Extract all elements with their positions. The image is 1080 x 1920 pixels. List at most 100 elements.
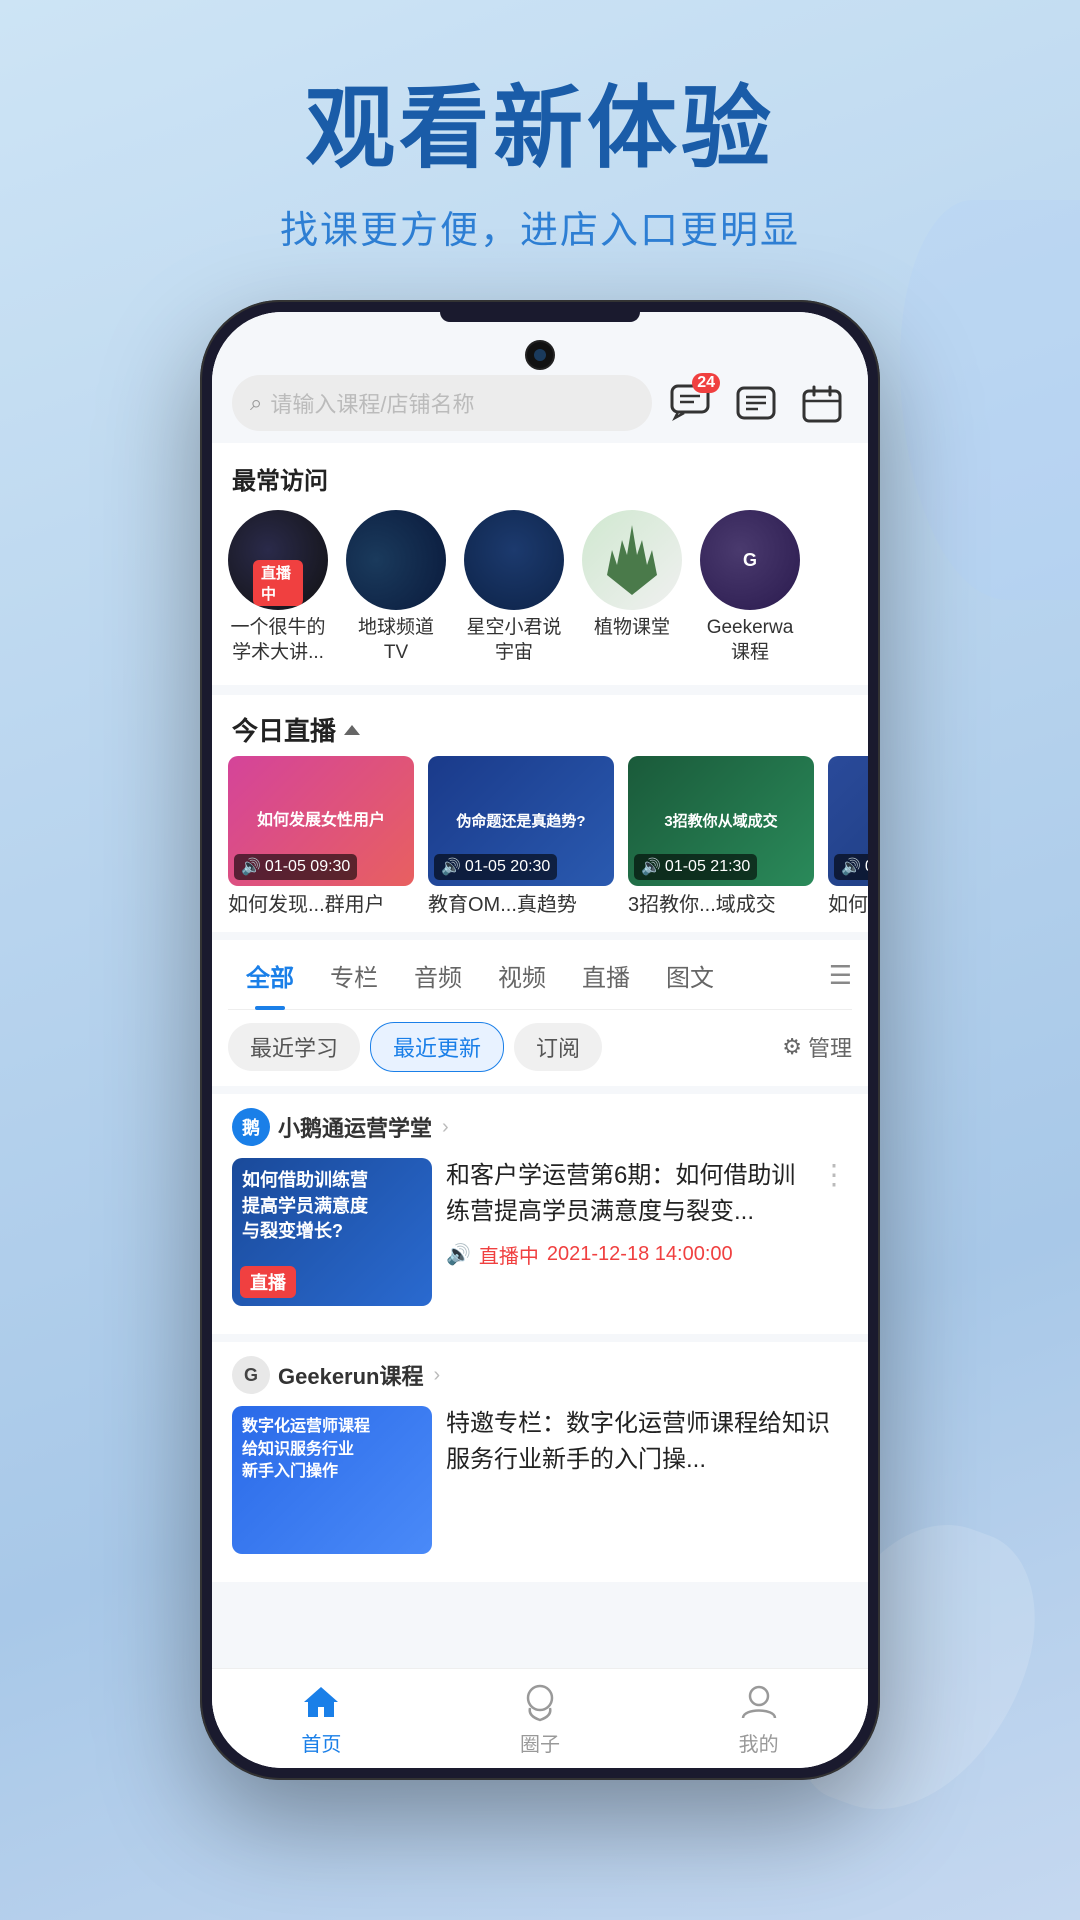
live-thumbnail: 如何发展女性用户 🔊 01-05 09:30 bbox=[228, 756, 414, 886]
chat-badge: 24 bbox=[692, 373, 720, 393]
tab-all[interactable]: 全部 bbox=[228, 950, 312, 1001]
channel-arrow-icon: › bbox=[442, 1116, 449, 1139]
dot-indicator bbox=[668, 512, 680, 524]
live-wave-icon: 🔊 bbox=[446, 1242, 471, 1267]
live-status-text: 直播中 bbox=[479, 1240, 539, 1269]
live-thumbnail: 伪命题还是真趋势? 🔊 01-05 20:30 bbox=[428, 756, 614, 886]
live-thumbnail: 3招教你从域成交 🔊 01-05 21:30 bbox=[628, 756, 814, 886]
tab-more-icon[interactable]: ☰ bbox=[829, 960, 852, 991]
visited-name: 一个很牛的学术大讲... bbox=[230, 616, 325, 665]
content-meta: 🔊 直播中 2021-12-18 14:00:00 bbox=[446, 1240, 806, 1269]
avatar bbox=[464, 510, 564, 610]
live-badge: 直播中 bbox=[253, 560, 303, 606]
live-card[interactable]: 如何发展女性用户 🔊 01-05 09:30 如何发现...群用户 bbox=[228, 756, 414, 918]
channel-arrow-icon-2: › bbox=[434, 1364, 441, 1387]
most-visited-title: 最常访问 bbox=[212, 451, 868, 504]
app-content: ⌕ 请输入课程/店铺名称 24 bbox=[212, 312, 868, 1768]
content-info-2: 特邀专栏：数字化运营师课程给知识服务行业新手的入门操... bbox=[446, 1406, 848, 1554]
home-icon bbox=[297, 1680, 345, 1724]
circle-icon bbox=[516, 1680, 564, 1724]
tabs-row: 全部 专栏 音频 视频 直播 图文 ☰ bbox=[228, 950, 852, 1010]
page-subtitle: 找课更方便，进店入口更明显 bbox=[0, 199, 1080, 254]
calendar-button[interactable] bbox=[796, 377, 848, 429]
live-card-title: 3招教你...域成交 bbox=[628, 892, 814, 918]
visited-item[interactable]: 地球频道TV bbox=[346, 510, 446, 665]
live-card-title: 教育OM...真趋势 bbox=[428, 892, 614, 918]
tab-article[interactable]: 图文 bbox=[648, 950, 732, 1001]
channel-header[interactable]: 鹅 小鹅通运营学堂 › bbox=[232, 1108, 848, 1146]
content-card-2[interactable]: 数字化运营师课程给知识服务行业新手入门操作 特邀专栏：数字化运营师课程给知识服务… bbox=[232, 1406, 848, 1554]
chevron-up-icon[interactable] bbox=[344, 725, 360, 735]
nav-circle[interactable]: 圈子 bbox=[431, 1680, 650, 1757]
live-time: 🔊 01-05... bbox=[834, 854, 868, 880]
live-section-header: 今日直播 bbox=[212, 703, 868, 756]
content-info: 和客户学运营第6期：如何借助训练营提高学员满意度与裂变... 🔊 直播中 202… bbox=[446, 1158, 806, 1306]
live-card-title: 如何发现...群用户 bbox=[228, 892, 414, 918]
live-card[interactable]: 伪命题还是真趋势? 🔊 01-05 20:30 教育OM...真趋势 bbox=[428, 756, 614, 918]
tab-live[interactable]: 直播 bbox=[564, 950, 648, 1001]
live-section-title: 今日直播 bbox=[232, 711, 336, 748]
visited-name: Geekerwa课程 bbox=[707, 616, 794, 665]
search-input[interactable]: ⌕ 请输入课程/店铺名称 bbox=[232, 375, 652, 431]
channel-header-2[interactable]: G Geekerun课程 › bbox=[232, 1356, 848, 1394]
nav-home-label: 首页 bbox=[301, 1728, 341, 1757]
live-time: 2021-12-18 14:00:00 bbox=[547, 1243, 733, 1266]
live-card[interactable]: 3招教你从域成交 🔊 01-05 21:30 3招教你...域成交 bbox=[628, 756, 814, 918]
phone-notch bbox=[440, 312, 640, 322]
content-thumbnail: 如何借助训练营提高学员满意度与裂变增长? 直播 bbox=[232, 1158, 432, 1306]
me-icon bbox=[735, 1680, 783, 1724]
channel-name-2: Geekerun课程 bbox=[278, 1359, 424, 1391]
tab-audio[interactable]: 音频 bbox=[396, 950, 480, 1001]
nav-me[interactable]: 我的 bbox=[649, 1680, 868, 1757]
phone-camera bbox=[525, 340, 555, 370]
manage-button[interactable]: ⚙ 管理 bbox=[782, 1031, 852, 1063]
visited-item[interactable]: 星空小君说宇宙 bbox=[464, 510, 564, 665]
live-status-badge: 直播 bbox=[240, 1266, 296, 1298]
content-title: 和客户学运营第6期：如何借助训练营提高学员满意度与裂变... bbox=[446, 1158, 806, 1230]
visited-name: 地球频道TV bbox=[346, 616, 446, 665]
channel-avatar: 鹅 bbox=[232, 1108, 270, 1146]
tab-column[interactable]: 专栏 bbox=[312, 950, 396, 1001]
chip-recent-update[interactable]: 最近更新 bbox=[370, 1022, 504, 1072]
more-options-button[interactable]: ⋮ bbox=[820, 1158, 848, 1191]
page-title: 观看新体验 bbox=[0, 80, 1080, 179]
visited-item[interactable]: 直播中 一个很牛的学术大讲... bbox=[228, 510, 328, 665]
content-title-2: 特邀专栏：数字化运营师课程给知识服务行业新手的入门操... bbox=[446, 1406, 848, 1478]
phone-mockup: ⌕ 请输入课程/店铺名称 24 bbox=[200, 300, 880, 1780]
live-list: 如何发展女性用户 🔊 01-05 09:30 如何发现...群用户 bbox=[212, 756, 868, 918]
channel-name: 小鹅通运营学堂 bbox=[278, 1111, 432, 1143]
chip-recent-learn[interactable]: 最近学习 bbox=[228, 1023, 360, 1071]
search-icon: ⌕ bbox=[250, 390, 262, 416]
list-button[interactable] bbox=[730, 377, 782, 429]
live-time: 🔊 01-05 09:30 bbox=[234, 854, 357, 880]
live-thumbnail: 如何运营 🔊 01-05... bbox=[828, 756, 868, 886]
channel-avatar-2: G bbox=[232, 1356, 270, 1394]
search-icons-group: 24 bbox=[664, 377, 848, 429]
dot-indicator bbox=[432, 512, 444, 524]
nav-me-label: 我的 bbox=[739, 1728, 779, 1757]
avatar: G bbox=[700, 510, 800, 610]
live-time: 🔊 01-05 21:30 bbox=[634, 854, 757, 880]
avatar bbox=[346, 510, 446, 610]
bottom-nav: 首页 圈子 bbox=[212, 1668, 868, 1768]
chip-subscribe[interactable]: 订阅 bbox=[514, 1023, 602, 1071]
nav-home[interactable]: 首页 bbox=[212, 1680, 431, 1757]
visited-name: 星空小君说宇宙 bbox=[466, 616, 561, 665]
visited-item[interactable]: G Geekerwa课程 bbox=[700, 510, 800, 665]
chat-button[interactable]: 24 bbox=[664, 377, 716, 429]
filter-tabs: 全部 专栏 音频 视频 直播 图文 ☰ 最近学习 最近更新 订阅 ⚙ bbox=[212, 940, 868, 1086]
content-section-2: G Geekerun课程 › 数字化运营师课程给知识服务行业新手入门操作 特邀专… bbox=[212, 1342, 868, 1582]
nav-circle-label: 圈子 bbox=[520, 1728, 560, 1757]
live-card[interactable]: 如何运营 🔊 01-05... 如何运... bbox=[828, 756, 868, 918]
live-section: 今日直播 如何发展女性用户 🔊 01 bbox=[212, 695, 868, 932]
avatar bbox=[582, 510, 682, 610]
live-card-title: 如何运... bbox=[828, 892, 868, 918]
content-section-1: 鹅 小鹅通运营学堂 › 如何借助训练营提高学员满意度与裂变增长? 直播 和客户学… bbox=[212, 1094, 868, 1334]
avatar: 直播中 bbox=[228, 510, 328, 610]
visited-item[interactable]: 植物课堂 bbox=[582, 510, 682, 665]
filter-chips: 最近学习 最近更新 订阅 ⚙ 管理 bbox=[228, 1010, 852, 1080]
content-thumbnail-2: 数字化运营师课程给知识服务行业新手入门操作 bbox=[232, 1406, 432, 1554]
visited-name: 植物课堂 bbox=[594, 616, 670, 641]
content-card[interactable]: 如何借助训练营提高学员满意度与裂变增长? 直播 和客户学运营第6期：如何借助训练… bbox=[232, 1158, 848, 1306]
tab-video[interactable]: 视频 bbox=[480, 950, 564, 1001]
